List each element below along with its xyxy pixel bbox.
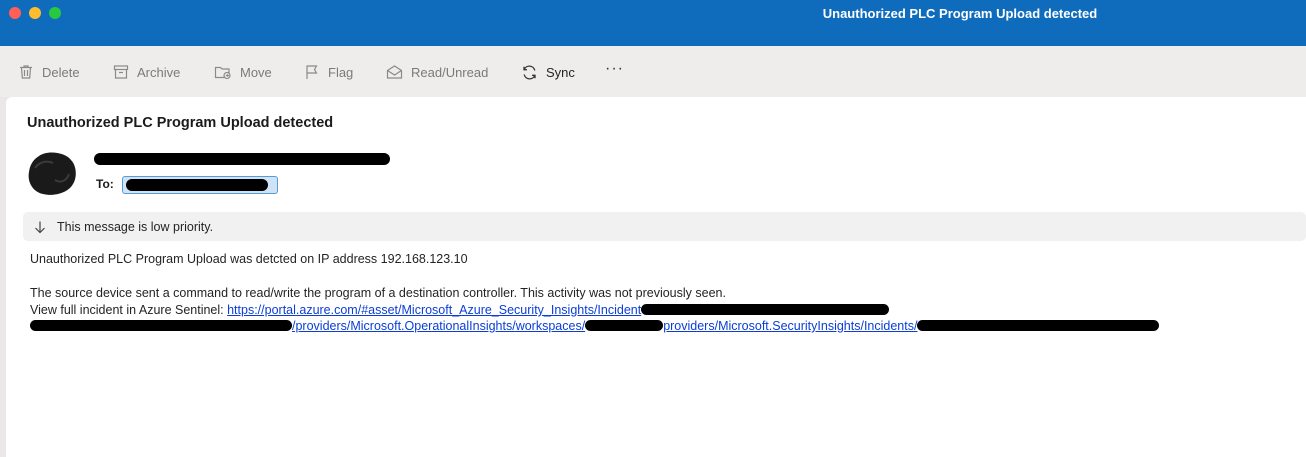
- minimize-window-button[interactable]: [29, 7, 41, 19]
- move-icon: [214, 66, 231, 80]
- recipient-chip[interactable]: [122, 176, 278, 194]
- trash-icon: [20, 65, 32, 79]
- close-window-button[interactable]: [9, 7, 21, 19]
- incident-link-part2[interactable]: /providers/Microsoft.OperationalInsights…: [292, 319, 585, 333]
- sender-name-redacted: [94, 153, 390, 165]
- incident-link-redacted-4[interactable]: [917, 319, 1160, 333]
- incident-link-part1[interactable]: https://portal.azure.com/#asset/Microsof…: [227, 303, 641, 317]
- body-line-1: Unauthorized PLC Program Upload was detc…: [30, 252, 468, 266]
- sync-label: Sync: [546, 64, 575, 80]
- delete-label: Delete: [42, 64, 80, 80]
- sync-button[interactable]: Sync: [521, 62, 575, 82]
- incident-link-redacted-1[interactable]: [641, 303, 890, 317]
- incident-link-part3[interactable]: providers/Microsoft.SecurityInsights/Inc…: [663, 319, 917, 333]
- envelope-icon: [386, 65, 403, 79]
- flag-icon: [306, 65, 318, 79]
- move-label: Move: [240, 64, 272, 80]
- body-line-2: The source device sent a command to read…: [30, 286, 726, 300]
- more-icon[interactable]: ···: [605, 60, 624, 78]
- window-title: Unauthorized PLC Program Upload detected: [822, 6, 1098, 21]
- flag-label: Flag: [328, 64, 354, 80]
- incident-link-redacted-3[interactable]: [585, 319, 664, 333]
- recipient-redacted: [126, 179, 268, 191]
- low-priority-banner: This message is low priority.: [23, 212, 1306, 241]
- incident-prefix: View full incident in Azure Sentinel:: [30, 303, 228, 317]
- to-label: To:: [96, 177, 114, 191]
- message-subject: Unauthorized PLC Program Upload detected: [27, 115, 334, 131]
- archive-icon: [113, 65, 129, 79]
- move-button[interactable]: Move: [214, 62, 272, 82]
- title-bar: Unauthorized PLC Program Upload detected: [0, 0, 1306, 46]
- down-arrow-icon: [35, 221, 45, 233]
- delete-button[interactable]: Delete: [18, 62, 80, 82]
- archive-label: Archive: [137, 64, 181, 80]
- incident-link-line-2: /providers/Microsoft.OperationalInsights…: [30, 319, 1160, 333]
- maximize-window-button[interactable]: [49, 7, 61, 19]
- reading-pane: Unauthorized PLC Program Upload detected…: [6, 97, 1306, 457]
- avatar: [28, 152, 76, 195]
- read-unread-button[interactable]: Read/Unread: [386, 62, 488, 82]
- sync-icon: [523, 65, 536, 79]
- toolbar: Delete Archive Move Flag Read/Unread Syn…: [0, 46, 1306, 97]
- read-unread-label: Read/Unread: [411, 64, 489, 80]
- incident-line: View full incident in Azure Sentinel: ht…: [30, 303, 890, 317]
- priority-notice: This message is low priority.: [57, 219, 214, 234]
- archive-button[interactable]: Archive: [113, 62, 180, 82]
- flag-button[interactable]: Flag: [304, 62, 353, 82]
- incident-link-redacted-2[interactable]: [30, 319, 292, 333]
